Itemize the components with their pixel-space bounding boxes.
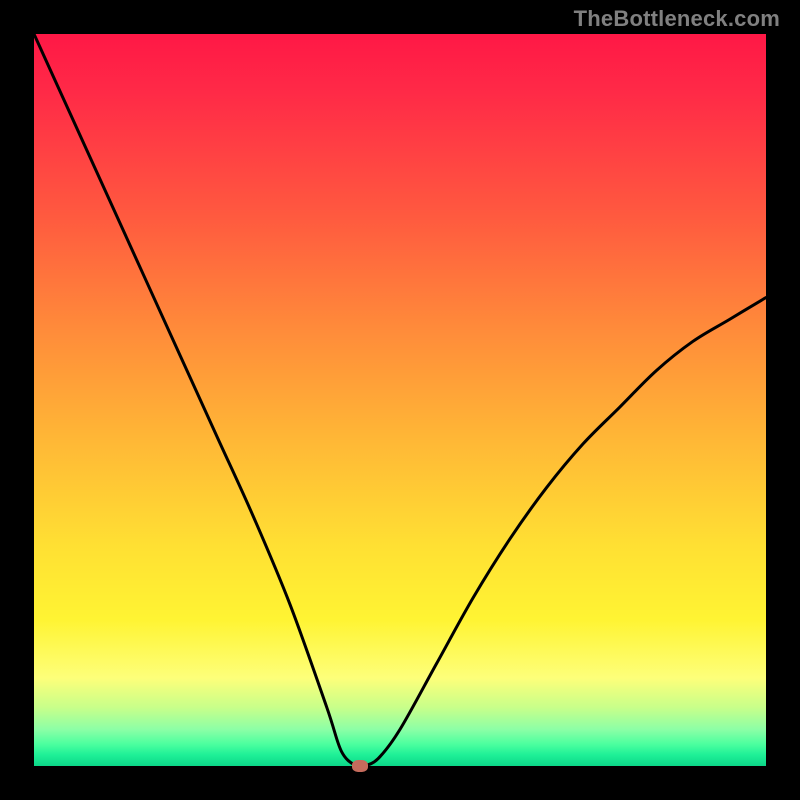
- bottleneck-curve: [34, 34, 766, 766]
- optimal-point-marker: [352, 760, 368, 772]
- plot-area: [34, 34, 766, 766]
- watermark-text: TheBottleneck.com: [574, 6, 780, 32]
- chart-frame: TheBottleneck.com: [0, 0, 800, 800]
